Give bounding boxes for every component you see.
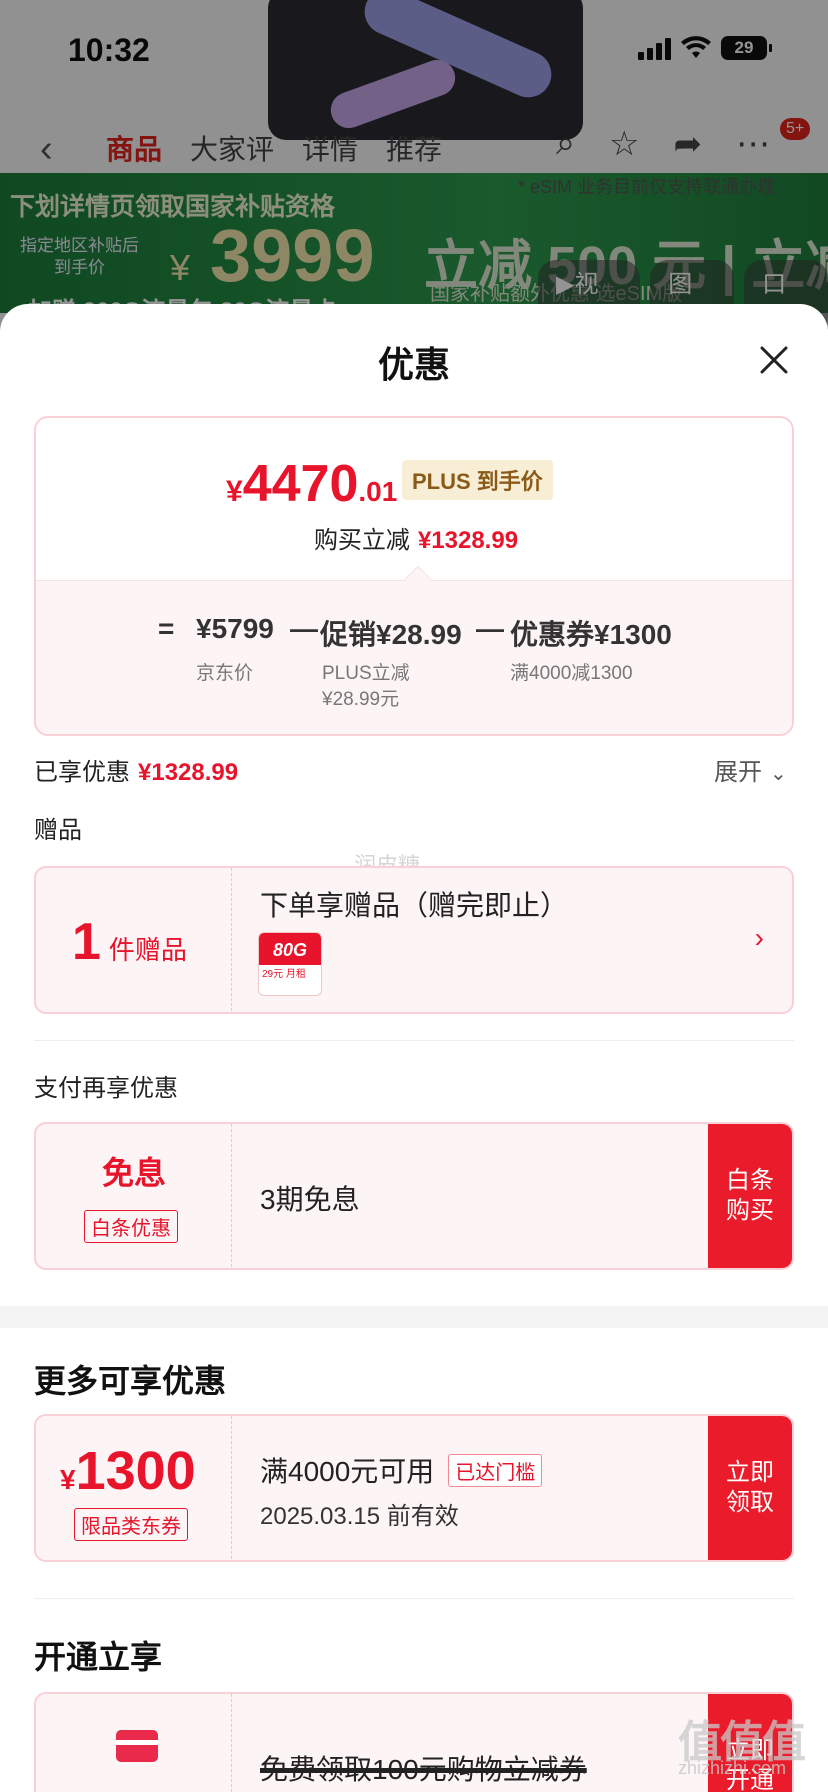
brand-watermark-url: zhizhizhi.com xyxy=(678,1758,787,1778)
coupon-body: 满4000元可用 已达门槛 2025.03.15 前有效 立即 领取 xyxy=(232,1416,792,1560)
coupon-card: ¥1300 限品类东券 满4000元可用 已达门槛 2025.03.15 前有效 … xyxy=(34,1414,794,1562)
coupon-yen: ¥ xyxy=(60,1464,76,1495)
coupon-number: 1300 xyxy=(75,1441,196,1501)
price-yen: ¥ xyxy=(226,475,243,508)
interest-free-body: 3期免息 白条 购买 xyxy=(232,1124,792,1268)
coupon-value: ¥1300 xyxy=(60,1440,196,1502)
plus-price-tag: PLUS 到手价 xyxy=(402,460,553,500)
price-breakdown-card: ¥ 4470 .01 PLUS 到手价 购买立减 ¥1328.99 = ¥5799… xyxy=(34,416,794,736)
gift-count-unit: 件赠品 xyxy=(108,935,187,965)
discount-sheet: 优惠 ¥ 4470 .01 PLUS 到手价 购买立减 ¥1328.99 = ¥5… xyxy=(0,304,828,1792)
section-gap xyxy=(0,1306,828,1328)
calc-minus: — xyxy=(476,613,504,644)
promo-note: PLUS立减 ¥28.99元 xyxy=(322,663,410,710)
gift-count-panel: 1 件赠品 xyxy=(36,868,232,1012)
enjoyed-value: ¥1328.99 xyxy=(138,759,239,786)
price-decimal: .01 xyxy=(358,476,398,507)
sheet-title: 优惠 xyxy=(377,344,450,385)
enjoyed-label: 已享优惠 xyxy=(34,759,130,786)
interest-free-title: 免息 xyxy=(101,1155,166,1191)
expand-label: 展开 xyxy=(714,759,762,786)
credit-card-icon xyxy=(116,1730,158,1762)
coupon-type-tag: 限品类东券 xyxy=(74,1508,188,1541)
activation-panel xyxy=(36,1694,232,1792)
save-value: ¥1328.99 xyxy=(417,527,519,554)
threshold-reached-badge: 已达门槛 xyxy=(448,1453,543,1487)
baitiao-tag: 白条优惠 xyxy=(84,1210,178,1243)
coupon-expiry: 2025.03.15 前有效 xyxy=(260,1503,459,1530)
interest-free-card: 免息 白条优惠 3期免息 白条 购买 xyxy=(34,1122,794,1270)
final-price: ¥ 4470 .01 xyxy=(226,454,397,514)
calc-equals: = xyxy=(158,613,175,644)
jd-price-label: 京东价 xyxy=(196,663,254,684)
gift-count: 1 件赠品 xyxy=(72,912,187,972)
divider xyxy=(34,1598,794,1599)
price-integer: 4470 xyxy=(242,455,359,513)
modal-backdrop[interactable] xyxy=(0,0,828,330)
divider xyxy=(34,1040,794,1041)
jd-price: ¥5799 xyxy=(196,613,274,644)
coupon-note: 满4000减1300 xyxy=(510,663,633,684)
coupon-condition: 满4000元可用 已达门槛 xyxy=(260,1450,543,1490)
interest-free-panel: 免息 白条优惠 xyxy=(36,1124,232,1268)
gift-thumb-note: 29元 月租 xyxy=(262,969,306,980)
installment-text: 3期免息 xyxy=(260,1184,360,1215)
gift-section-label: 赠品 xyxy=(34,817,82,844)
calc-minus: — xyxy=(290,613,318,644)
coupon-amount-panel: ¥1300 限品类东券 xyxy=(36,1416,232,1560)
save-label: 购买立减 xyxy=(313,527,410,554)
open-offers-heading: 开通立享 xyxy=(34,1639,163,1675)
promo-amount: 促销¥28.99 xyxy=(320,619,462,650)
expand-button[interactable]: 展开 ⌄ xyxy=(714,752,787,787)
gift-title: 下单享赠品（赠完即止） xyxy=(260,890,569,921)
price-calculation: = ¥5799 — 促销¥28.99 — 优惠券¥1300 京东价 PLUS立减… xyxy=(36,580,792,734)
pay-section-label: 支付再享优惠 xyxy=(34,1075,178,1102)
gift-thumb-title: 80G xyxy=(259,933,321,965)
coupon-threshold: 满4000元可用 xyxy=(260,1456,435,1487)
close-icon[interactable] xyxy=(754,340,794,380)
free-coupon-text: 免费领取100元购物立减券 xyxy=(260,1754,587,1785)
enjoyed-discount: 已享优惠 ¥1328.99 xyxy=(34,752,238,787)
baitiao-buy-button[interactable]: 白条 购买 xyxy=(708,1124,792,1268)
price-summary: ¥ 4470 .01 PLUS 到手价 购买立减 ¥1328.99 xyxy=(36,418,792,580)
coupon-amount: 优惠券¥1300 xyxy=(510,619,672,650)
chevron-right-icon: › xyxy=(754,922,764,953)
purchase-discount: 购买立减 ¥1328.99 xyxy=(36,520,792,555)
gift-card[interactable]: 1 件赠品 下单享赠品（赠完即止） 80G 29元 月租 › xyxy=(34,866,794,1014)
gift-count-number: 1 xyxy=(72,913,101,971)
gift-body: 下单享赠品（赠完即止） 80G 29元 月租 › xyxy=(232,868,792,1012)
more-offers-heading: 更多可享优惠 xyxy=(34,1363,227,1399)
claim-coupon-button[interactable]: 立即 领取 xyxy=(708,1416,792,1560)
chevron-down-icon: ⌄ xyxy=(770,763,787,785)
gift-thumbnail: 80G 29元 月租 xyxy=(258,932,322,996)
